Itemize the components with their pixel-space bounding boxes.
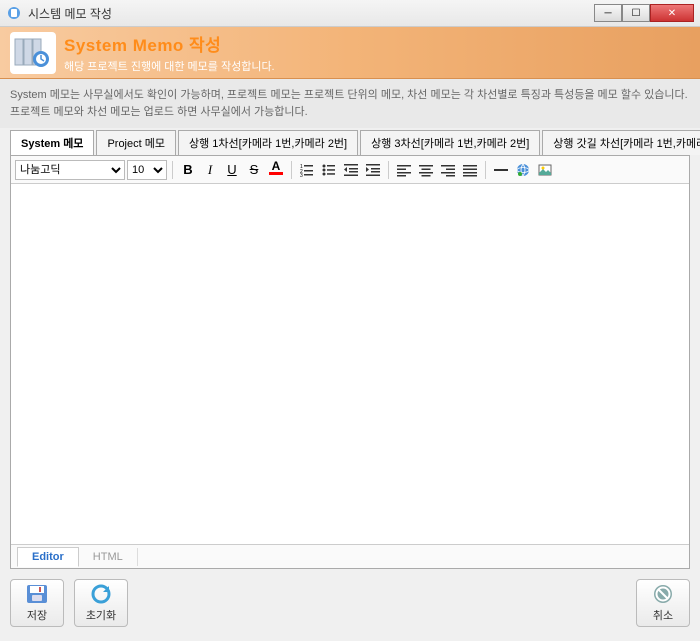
editor-mode-tabs: Editor HTML <box>11 544 689 568</box>
titlebar: 시스템 메모 작성 ─ ☐ ✕ <box>0 0 700 27</box>
close-button[interactable]: ✕ <box>650 4 694 22</box>
align-center-button[interactable] <box>416 160 436 180</box>
header-texts: System Memo 작성 해당 프로젝트 진행에 대한 메모를 작성합니다. <box>64 31 275 74</box>
cancel-label: 취소 <box>653 607 673 623</box>
app-icon <box>6 5 22 21</box>
align-left-button[interactable] <box>394 160 414 180</box>
header-subtitle: 해당 프로젝트 진행에 대한 메모를 작성합니다. <box>64 58 275 74</box>
reset-label: 초기화 <box>86 607 116 623</box>
description-text: System 메모는 사무실에서도 확인이 가능하며, 프로젝트 메모는 프로젝… <box>0 79 700 128</box>
editor-container: 나눔고딕 10 B I U S A 123 Editor HTML <box>10 155 690 569</box>
html-mode-tab[interactable]: HTML <box>79 548 138 566</box>
cancel-button[interactable]: 취소 <box>636 579 690 627</box>
tab-lane-3[interactable]: 상행 3차선[카메라 1번,카메라 2번] <box>360 130 540 155</box>
font-color-letter: A <box>272 160 281 172</box>
header-icon <box>10 32 56 74</box>
font-color-button[interactable]: A <box>266 160 286 180</box>
outdent-button[interactable] <box>341 160 361 180</box>
font-family-select[interactable]: 나눔고딕 <box>15 160 125 180</box>
reset-button[interactable]: 초기화 <box>74 579 128 627</box>
editor-textarea[interactable] <box>11 184 689 544</box>
memo-tabs: System 메모 Project 메모 상행 1차선[카메라 1번,카메라 2… <box>0 130 700 155</box>
minimize-button[interactable]: ─ <box>594 4 622 22</box>
horizontal-rule-button[interactable] <box>491 160 511 180</box>
spacer <box>138 579 626 627</box>
window-title: 시스템 메모 작성 <box>28 5 594 22</box>
separator <box>485 161 486 179</box>
tab-lane-1[interactable]: 상행 1차선[카메라 1번,카메라 2번] <box>178 130 358 155</box>
align-justify-button[interactable] <box>460 160 480 180</box>
save-button[interactable]: 저장 <box>10 579 64 627</box>
image-button[interactable] <box>535 160 555 180</box>
indent-button[interactable] <box>363 160 383 180</box>
link-button[interactable] <box>513 160 533 180</box>
strike-button[interactable]: S <box>244 160 264 180</box>
font-color-bar <box>269 172 283 175</box>
header-title: System Memo 작성 <box>64 31 275 56</box>
tab-lane-shoulder[interactable]: 상행 갓길 차선[카메라 1번,카메라 2번] <box>542 130 700 155</box>
align-right-button[interactable] <box>438 160 458 180</box>
separator <box>388 161 389 179</box>
svg-text:3: 3 <box>300 173 303 177</box>
italic-button[interactable]: I <box>200 160 220 180</box>
font-size-select[interactable]: 10 <box>127 160 167 180</box>
underline-button[interactable]: U <box>222 160 242 180</box>
separator <box>291 161 292 179</box>
tab-system-memo[interactable]: System 메모 <box>10 130 94 155</box>
editor-toolbar: 나눔고딕 10 B I U S A 123 <box>11 156 689 184</box>
ordered-list-button[interactable]: 123 <box>297 160 317 180</box>
editor-mode-tab[interactable]: Editor <box>17 547 79 567</box>
maximize-button[interactable]: ☐ <box>622 4 650 22</box>
reset-icon <box>89 583 113 605</box>
footer: 저장 초기화 취소 <box>0 569 700 637</box>
unordered-list-button[interactable] <box>319 160 339 180</box>
tab-project-memo[interactable]: Project 메모 <box>96 130 176 155</box>
bold-button[interactable]: B <box>178 160 198 180</box>
window-controls: ─ ☐ ✕ <box>594 4 694 22</box>
cancel-icon <box>651 583 675 605</box>
save-label: 저장 <box>27 607 47 623</box>
separator <box>172 161 173 179</box>
save-icon <box>25 583 49 605</box>
header-banner: System Memo 작성 해당 프로젝트 진행에 대한 메모를 작성합니다. <box>0 27 700 79</box>
